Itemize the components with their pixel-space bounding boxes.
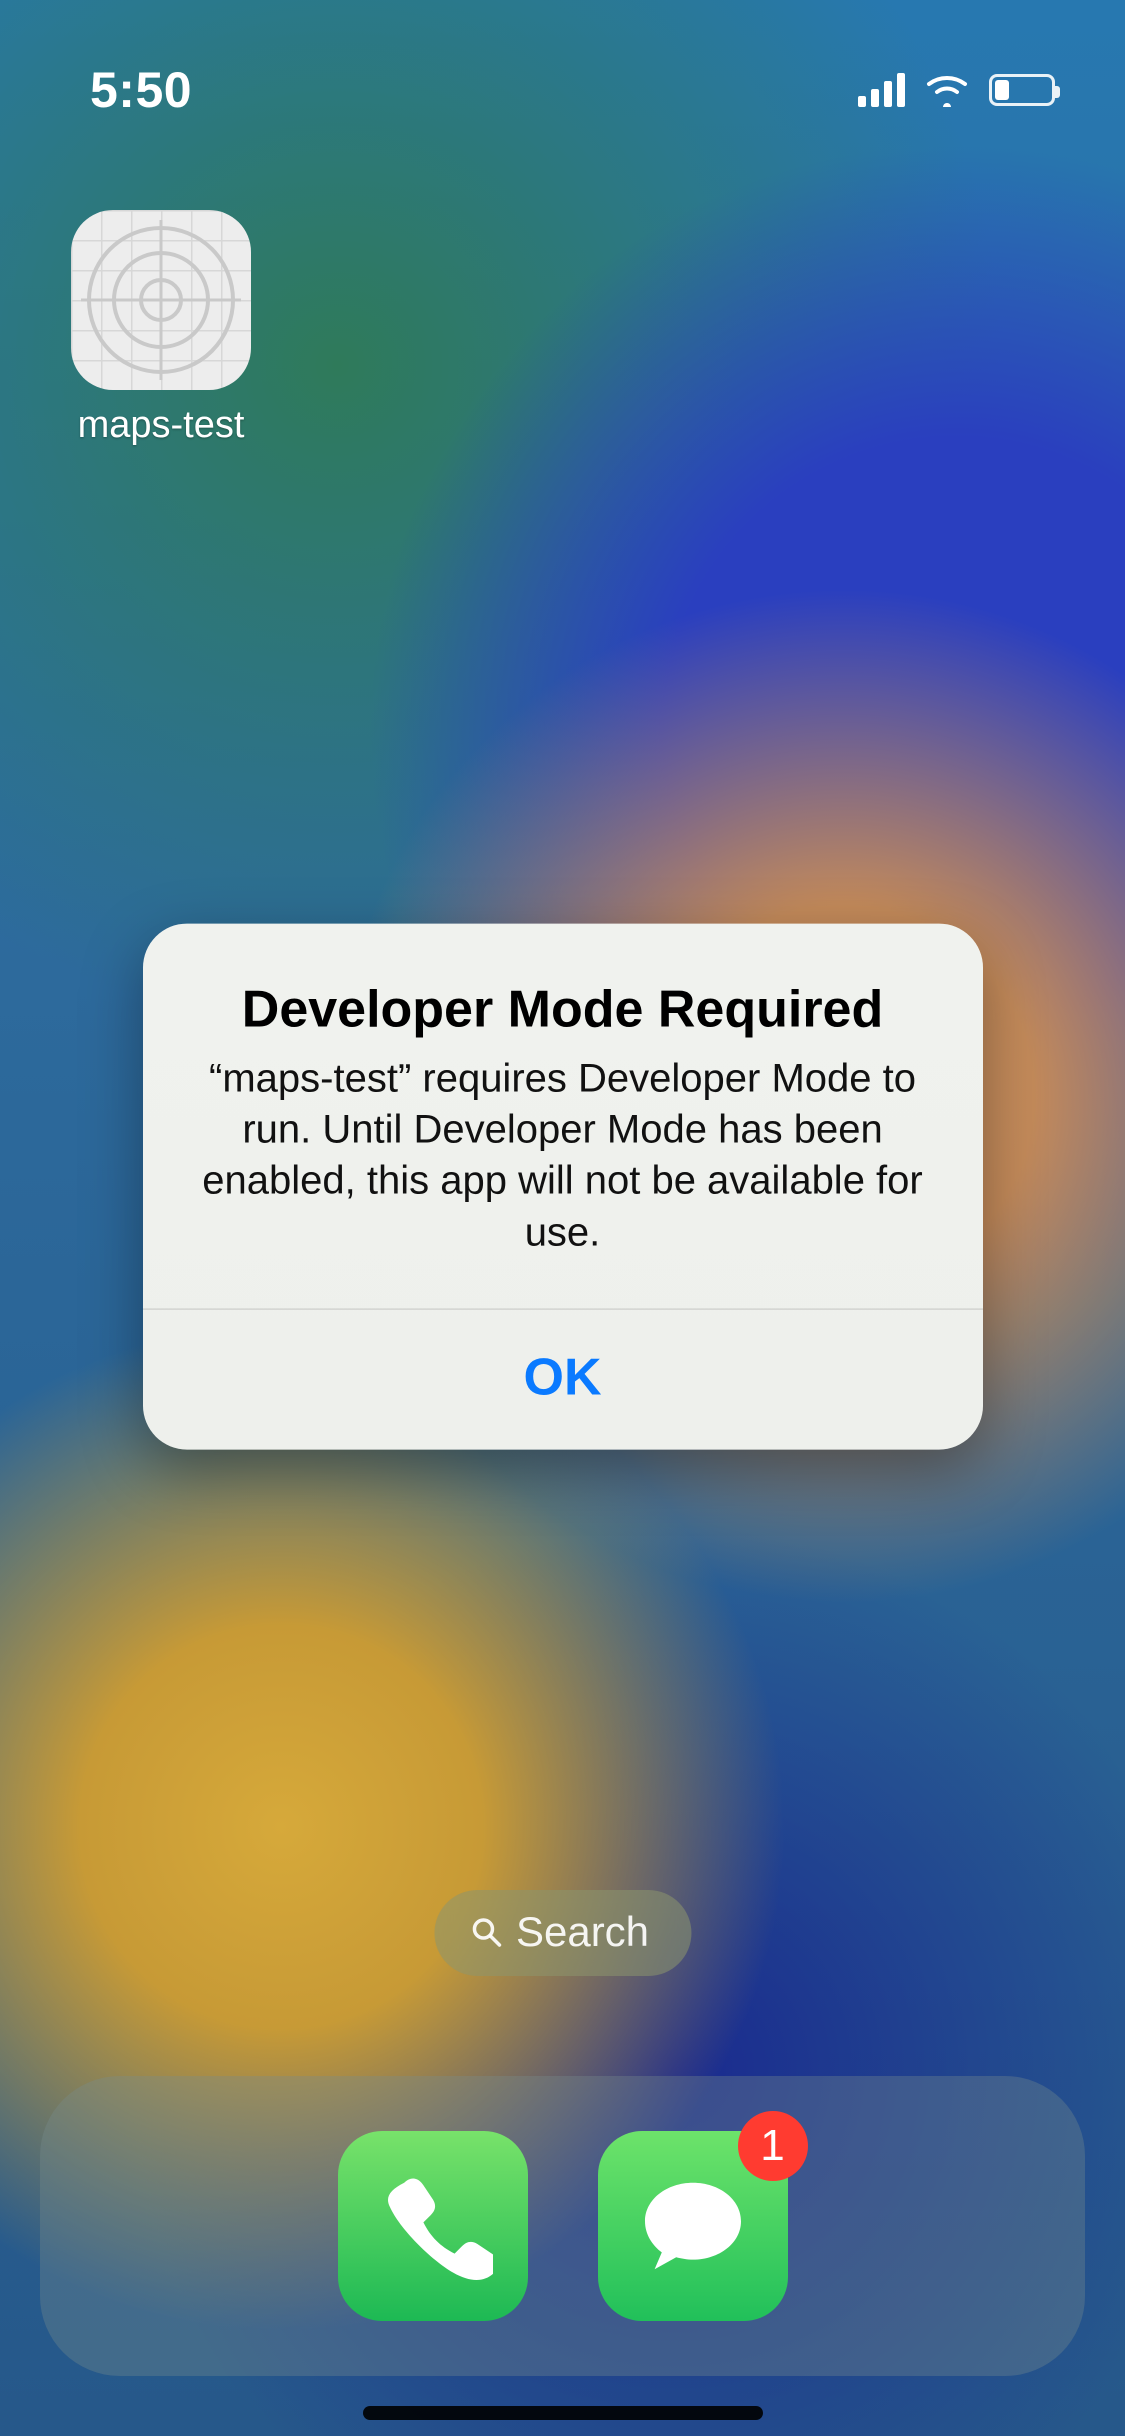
battery-icon [989, 74, 1055, 106]
alert-body: Developer Mode Required “maps-test” requ… [143, 924, 983, 1309]
dock-app-phone[interactable] [338, 2131, 528, 2321]
dock-app-messages[interactable]: 1 [598, 2131, 788, 2321]
search-icon [470, 1916, 502, 1948]
app-maps-test[interactable]: maps-test [56, 210, 266, 447]
ok-button[interactable]: OK [143, 1309, 983, 1449]
home-screen: 5:50 maps-test [0, 0, 1125, 2436]
phone-icon [373, 2166, 493, 2286]
home-indicator[interactable] [363, 2406, 763, 2420]
dock: 1 [40, 2076, 1085, 2376]
wifi-icon [925, 73, 969, 107]
alert-dialog: Developer Mode Required “maps-test” requ… [143, 924, 983, 1450]
status-indicators [858, 73, 1055, 107]
spotlight-search-pill[interactable]: Search [434, 1890, 691, 1976]
placeholder-target-icon [71, 210, 251, 390]
app-label: maps-test [56, 404, 266, 447]
alert-title: Developer Mode Required [193, 980, 933, 1040]
messages-icon [633, 2166, 753, 2286]
status-bar: 5:50 [0, 0, 1125, 140]
search-label: Search [516, 1908, 649, 1956]
alert-message: “maps-test” requires Developer Mode to r… [193, 1054, 933, 1259]
badge-count: 1 [738, 2111, 808, 2181]
status-time: 5:50 [90, 61, 192, 119]
cellular-icon [858, 73, 905, 107]
